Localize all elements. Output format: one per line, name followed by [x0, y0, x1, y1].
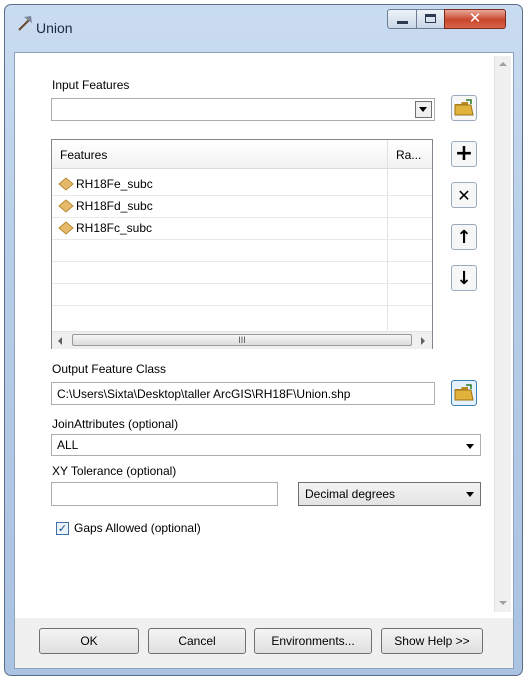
close-icon: ✕: [468, 9, 482, 27]
features-table-header: Features Ra...: [52, 140, 432, 169]
polygon-feature-icon: [58, 221, 74, 235]
vertical-scrollbar[interactable]: [494, 56, 511, 612]
table-row: [52, 239, 432, 262]
table-row: [52, 283, 432, 306]
environments-button[interactable]: Environments...: [254, 628, 372, 654]
horizontal-scrollbar[interactable]: III: [52, 331, 432, 349]
rank-column-header[interactable]: Ra...: [396, 148, 421, 162]
window-controls: ✕: [387, 9, 508, 31]
arrow-down-icon: ↓: [456, 267, 472, 289]
table-row[interactable]: RH18Fd_subc: [52, 195, 432, 218]
input-features-combo[interactable]: [51, 98, 435, 121]
checkmark-icon: ✓: [57, 523, 68, 535]
features-column-header[interactable]: Features: [60, 148, 107, 162]
remove-row-button[interactable]: ✕: [451, 182, 477, 208]
scroll-thumb[interactable]: III: [72, 334, 412, 346]
xy-tolerance-unit-select[interactable]: Decimal degrees: [298, 482, 481, 506]
polygon-feature-icon: [58, 199, 74, 213]
add-row-button[interactable]: +: [451, 141, 477, 167]
browse-output-button[interactable]: [451, 380, 477, 406]
window-title: Union: [36, 20, 73, 36]
scroll-up-icon[interactable]: [499, 62, 507, 66]
input-features-dropdown-button[interactable]: [415, 101, 432, 118]
minimize-button[interactable]: [387, 9, 417, 29]
scroll-down-icon[interactable]: [499, 601, 507, 605]
input-features-label: Input Features: [52, 78, 130, 92]
move-up-button[interactable]: ↑: [451, 224, 477, 250]
ok-button[interactable]: OK: [39, 628, 139, 654]
delete-icon: ✕: [457, 185, 471, 205]
maximize-icon: [425, 14, 436, 23]
gaps-allowed-label[interactable]: Gaps Allowed (optional): [74, 521, 201, 535]
scroll-right-icon[interactable]: [421, 337, 425, 345]
plus-icon: +: [454, 141, 474, 166]
chevron-down-icon: [466, 444, 474, 449]
browse-input-button[interactable]: [451, 95, 477, 121]
show-help-button[interactable]: Show Help >>: [381, 628, 483, 654]
tool-icon: [15, 13, 35, 33]
join-attributes-select[interactable]: ALL: [51, 434, 481, 456]
arrow-up-icon: ↑: [456, 226, 472, 248]
scroll-left-icon[interactable]: [58, 337, 62, 345]
gaps-allowed-checkbox[interactable]: ✓: [56, 522, 69, 535]
table-row[interactable]: RH18Fe_subc: [52, 173, 432, 196]
open-folder-icon: [454, 99, 474, 116]
open-folder-icon: [454, 384, 474, 401]
minimize-icon: [397, 21, 408, 24]
chevron-down-icon: [419, 107, 427, 112]
output-feature-class-label: Output Feature Class: [52, 362, 167, 376]
cancel-button[interactable]: Cancel: [148, 628, 246, 654]
xy-tolerance-label: XY Tolerance (optional): [52, 464, 177, 478]
join-attributes-label: JoinAttributes (optional): [52, 417, 179, 431]
polygon-feature-icon: [58, 177, 74, 191]
table-row: [52, 261, 432, 284]
chevron-down-icon: [466, 492, 474, 497]
close-button[interactable]: ✕: [444, 9, 506, 29]
xy-tolerance-input[interactable]: [51, 482, 278, 506]
table-row[interactable]: RH18Fc_subc: [52, 217, 432, 240]
move-down-button[interactable]: ↓: [451, 265, 477, 291]
features-table[interactable]: Features Ra... RH18Fe_subc RH18Fd_subc R…: [51, 139, 433, 349]
table-row: [52, 305, 432, 327]
maximize-button[interactable]: [416, 9, 445, 29]
scroll-grip: III: [238, 335, 246, 345]
output-feature-class-input[interactable]: C:\Users\Sixta\Desktop\taller ArcGIS\RH1…: [51, 382, 435, 405]
